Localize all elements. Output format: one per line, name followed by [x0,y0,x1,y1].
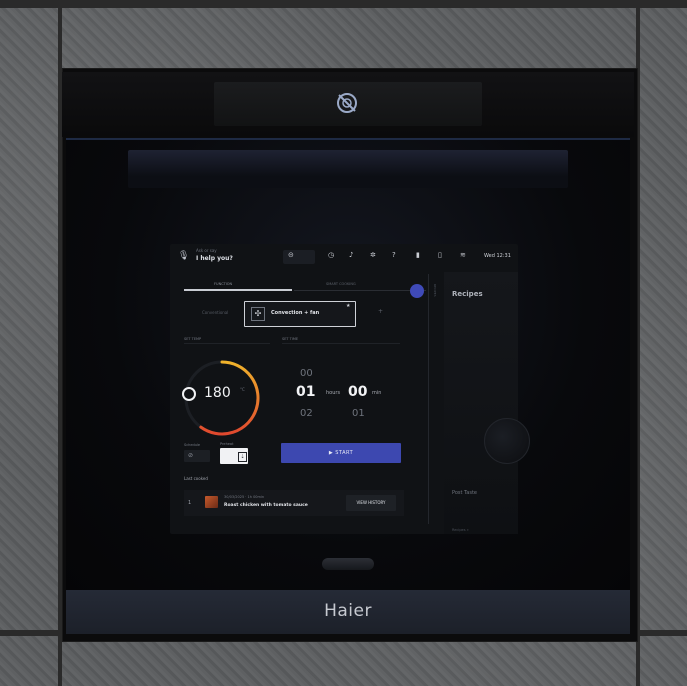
view-history-button[interactable]: VIEW HISTORY [346,495,396,511]
hours-next[interactable]: 02 [300,408,313,419]
tab-smart-cooking[interactable]: SMART COOKING [326,282,356,286]
touch-screen: 🎙 Ask or say I help you? ⊝ ◷ ♪ ✲ ? ▮ ▯ ≋… [170,244,530,534]
dish-thumbnail [205,496,218,508]
history-date: 30/03/2025 · 1h 00min [224,495,265,499]
last-cooked-label: Last cooked [184,476,208,481]
tab-function-underline [184,289,292,291]
history-number: 1 [188,500,192,506]
help-icon[interactable]: ? [392,251,396,259]
temp-divider [184,343,270,344]
voice-hint: Ask or say [196,248,217,253]
start-button[interactable]: ▶ START [281,443,401,463]
light-icon[interactable]: ▯ [438,251,442,259]
probe-icon[interactable]: ▮ [416,251,420,259]
oven-vent [128,150,568,188]
bell-icon[interactable]: ♪ [349,251,353,259]
recipes-link[interactable]: Recipes » [452,528,469,532]
door-handle[interactable] [322,558,374,570]
recipe-subtitle: Post Taste [452,490,477,496]
schedule-toggle[interactable]: ⊘ [184,450,210,462]
temperature-value: 180 [204,385,231,401]
function-option-prev[interactable]: Conventional [202,310,228,315]
panel-divider [428,274,429,524]
side-tab[interactable]: RECIPES [433,284,437,344]
minutes-next[interactable]: 01 [352,408,365,419]
timer-icon[interactable]: ◷ [328,251,334,259]
time-divider [282,343,400,344]
tab-divider [294,290,426,291]
preheat-icon: ⇣ [238,452,247,462]
set-temp-label: SET TEMP [184,337,202,341]
wifi-icon[interactable]: ≋ [460,251,466,259]
date-time: Wed 12:31 [484,253,511,259]
schedule-label: Schedule [184,443,201,447]
function-selected[interactable]: ✣ Convection + fan ★ [244,301,356,327]
history-title: Roast chicken with tomato sauce [224,503,308,508]
recipe-image [484,418,530,464]
function-carousel[interactable]: Conventional ✣ Convection + fan ★ + [184,298,424,328]
history-item[interactable]: 1 30/03/2025 · 1h 00min Roast chicken wi… [184,490,404,516]
wall-seam-top [0,0,687,8]
hours-previous[interactable]: 00 [300,368,313,379]
fan-icon: ✣ [251,307,265,321]
minutes-value[interactable]: 00 [348,384,367,400]
microphone-icon[interactable]: 🎙 [178,251,189,261]
temperature-handle[interactable] [182,387,196,401]
recipes-panel[interactable]: Recipes Post Taste Recipes » [444,272,530,534]
gear-icon[interactable]: ✲ [370,251,376,259]
hours-value[interactable]: 01 [296,384,315,400]
preheat-toggle[interactable]: ⇣ [220,448,248,464]
preheat-label: Preheat [220,442,234,446]
tab-function[interactable]: FUNCTION [214,282,232,286]
top-bar: 🎙 Ask or say I help you? ⊝ ◷ ♪ ✲ ? ▮ ▯ ≋… [170,244,518,270]
minutes-label: min [372,390,382,396]
set-time-label: SET TIME [282,337,299,341]
temperature-unit: °C [240,387,245,392]
recipes-title: Recipes [452,290,483,298]
voice-prompt[interactable]: I help you? [196,255,233,262]
oven-base-panel: Haier [66,590,630,634]
assistant-button[interactable] [410,284,424,298]
brand-logo: Haier [324,601,372,621]
clock-icon: ⊘ [188,452,194,459]
favorite-icon[interactable]: ★ [346,303,350,309]
function-label: Convection + fan [271,310,320,316]
lock-icon[interactable]: ⊝ [288,251,294,259]
hours-label: hours [326,390,341,396]
oven-knob-icon[interactable] [334,90,360,116]
function-option-next[interactable]: + [378,308,383,315]
